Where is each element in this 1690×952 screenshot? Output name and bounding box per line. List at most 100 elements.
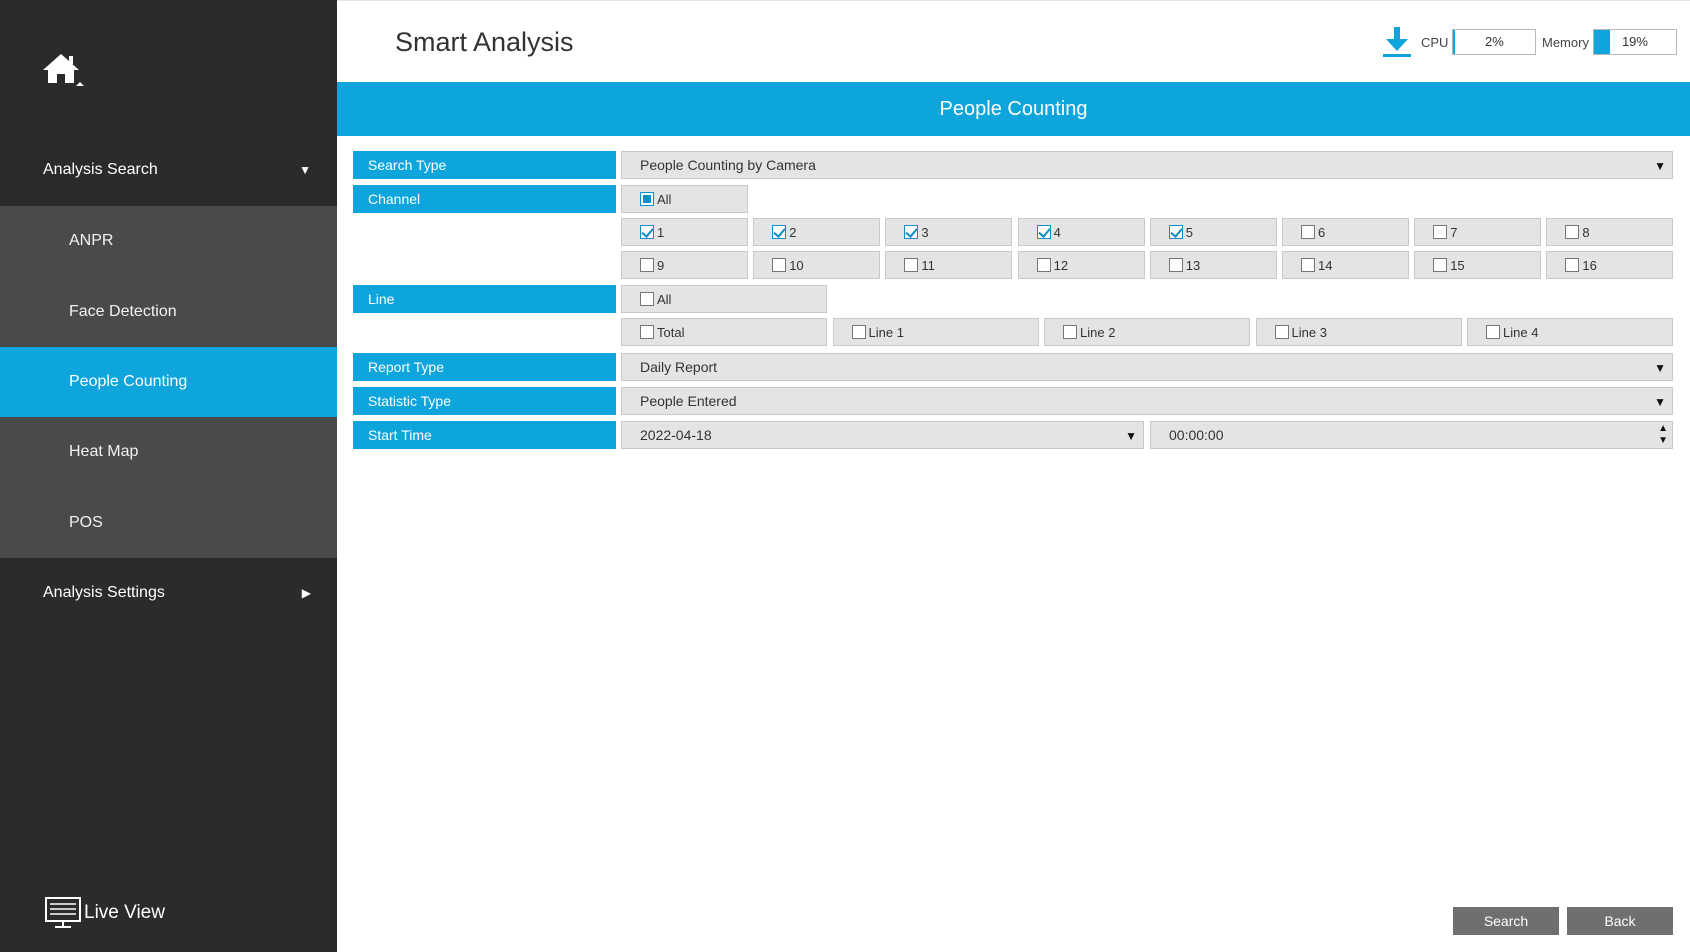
start-date-value: 2022-04-18	[640, 427, 712, 443]
cpu-meter: 2%	[1452, 29, 1537, 55]
checkbox-icon	[640, 192, 654, 206]
checkbox-label: Line 3	[1291, 324, 1327, 340]
time-spinner[interactable]: ▲ ▼	[1658, 423, 1668, 447]
cpu-indicator: CPU 2%	[1421, 29, 1537, 55]
checkbox-icon	[1168, 225, 1183, 239]
memory-label: Memory	[1542, 34, 1589, 50]
start-time-input[interactable]: 00:00:00 ▲ ▼	[1150, 421, 1673, 449]
nav-group-analysis-search[interactable]: Analysis Search ▼	[0, 135, 337, 205]
spin-up-icon[interactable]: ▲	[1658, 423, 1668, 435]
search-type-select[interactable]: People Counting by Camera ▼	[621, 151, 1673, 179]
channel-checkbox-7[interactable]: 7	[1414, 218, 1542, 246]
search-type-value: People Counting by Camera	[640, 157, 816, 173]
line-checkbox-line-2[interactable]: Line 2	[1044, 318, 1250, 346]
channel-checkbox-10[interactable]: 10	[753, 251, 881, 279]
checkbox-label: 7	[1450, 224, 1458, 240]
download-icon[interactable]	[1380, 25, 1414, 59]
nav-group-label: Analysis Search	[43, 161, 158, 178]
statistic-type-value: People Entered	[640, 393, 737, 409]
channel-checkbox-4[interactable]: 4	[1017, 218, 1145, 246]
channel-checkbox-11[interactable]: 11	[885, 251, 1013, 279]
checkbox-icon	[772, 258, 787, 272]
checkbox-icon	[1168, 258, 1183, 272]
statistic-type-label: Statistic Type	[353, 387, 616, 415]
checkbox-icon	[1301, 258, 1315, 272]
checkbox-label: 2	[789, 224, 797, 240]
checkbox-label: 12	[1053, 257, 1069, 273]
checkbox-icon	[1036, 225, 1051, 239]
start-time-label: Start Time	[353, 421, 616, 449]
checkbox-label: 8	[1582, 224, 1590, 240]
home-icon[interactable]	[40, 48, 90, 88]
sidebar-item-anpr[interactable]: ANPR	[0, 206, 337, 276]
checkbox-label: All	[657, 291, 672, 307]
memory-value: 19%	[1621, 34, 1648, 49]
channel-checkbox-6[interactable]: 6	[1282, 218, 1409, 246]
section-banner: People Counting	[337, 82, 1690, 136]
checkbox-icon	[904, 225, 919, 239]
search-button[interactable]: Search	[1453, 907, 1559, 935]
dropdown-arrow-icon: ▼	[1654, 395, 1666, 409]
dropdown-arrow-icon: ▼	[1654, 361, 1666, 375]
checkbox-icon	[851, 325, 866, 339]
checkbox-icon	[640, 325, 654, 339]
channel-checkbox-15[interactable]: 15	[1414, 251, 1542, 279]
nav-group-analysis-settings[interactable]: Analysis Settings ▶	[0, 558, 337, 628]
checkbox-icon	[640, 292, 654, 306]
section-title: People Counting	[939, 97, 1088, 120]
sidebar-item-label: People Counting	[69, 372, 188, 390]
start-date-picker[interactable]: 2022-04-18 ▼	[621, 421, 1144, 449]
analysis-search-submenu: ANPR Face Detection People Counting Heat…	[0, 206, 337, 558]
line-all-checkbox[interactable]: All	[621, 285, 827, 313]
sidebar-item-pos[interactable]: POS	[0, 488, 337, 558]
checkbox-label: 16	[1582, 257, 1597, 273]
sidebar-item-label: ANPR	[69, 232, 114, 250]
checkbox-label: 6	[1318, 224, 1326, 240]
channel-checkbox-2[interactable]: 2	[753, 218, 881, 246]
channel-checkbox-9[interactable]: 9	[621, 251, 748, 279]
caret-right-icon: ▶	[301, 586, 311, 600]
line-checkbox-total[interactable]: Total	[621, 318, 827, 346]
checkbox-icon	[1301, 225, 1315, 239]
back-button[interactable]: Back	[1567, 907, 1673, 935]
spin-down-icon[interactable]: ▼	[1658, 435, 1668, 447]
memory-indicator: Memory 19%	[1542, 29, 1677, 55]
memory-meter-fill	[1593, 30, 1610, 54]
search-type-label: Search Type	[353, 151, 616, 179]
channel-checkbox-5[interactable]: 5	[1149, 218, 1277, 246]
checkbox-label: 11	[921, 257, 935, 273]
sidebar: Analysis Search ▼ ANPR Face Detection Pe…	[0, 0, 337, 952]
channel-checkbox-3[interactable]: 3	[885, 218, 1013, 246]
channel-checkbox-16[interactable]: 16	[1546, 251, 1674, 279]
checkbox-label: 1	[657, 224, 665, 240]
cpu-value: 2%	[1485, 34, 1504, 49]
checkbox-label: Total	[657, 324, 685, 340]
page-title: Smart Analysis	[395, 27, 574, 57]
start-time-value: 00:00:00	[1169, 427, 1224, 443]
sidebar-item-face-detection[interactable]: Face Detection	[0, 276, 337, 346]
checkbox-icon	[1063, 325, 1077, 339]
checkbox-label: Line 1	[868, 324, 904, 340]
checkbox-icon	[1433, 225, 1448, 239]
live-view-button[interactable]: Live View	[44, 896, 165, 930]
channel-checkbox-14[interactable]: 14	[1282, 251, 1409, 279]
line-label: Line	[353, 285, 616, 313]
checkbox-icon	[640, 225, 654, 239]
channel-label: Channel	[353, 185, 616, 213]
checkbox-label: All	[657, 191, 672, 207]
checkbox-label: 10	[789, 257, 804, 273]
sidebar-item-heat-map[interactable]: Heat Map	[0, 417, 337, 487]
line-checkbox-line-3[interactable]: Line 3	[1255, 318, 1462, 346]
channel-checkbox-1[interactable]: 1	[621, 218, 748, 246]
statistic-type-select[interactable]: People Entered ▼	[621, 387, 1673, 415]
sidebar-item-people-counting[interactable]: People Counting	[0, 346, 337, 418]
channel-checkbox-12[interactable]: 12	[1017, 251, 1145, 279]
line-checkbox-line-4[interactable]: Line 4	[1467, 318, 1673, 346]
channel-all-checkbox[interactable]: All	[621, 185, 748, 213]
channel-checkbox-8[interactable]: 8	[1546, 218, 1674, 246]
checkbox-label: 14	[1318, 257, 1333, 273]
channel-checkbox-13[interactable]: 13	[1149, 251, 1277, 279]
line-checkbox-line-1[interactable]: Line 1	[832, 318, 1039, 346]
checkbox-icon	[1565, 225, 1580, 239]
report-type-select[interactable]: Daily Report ▼	[621, 353, 1673, 381]
